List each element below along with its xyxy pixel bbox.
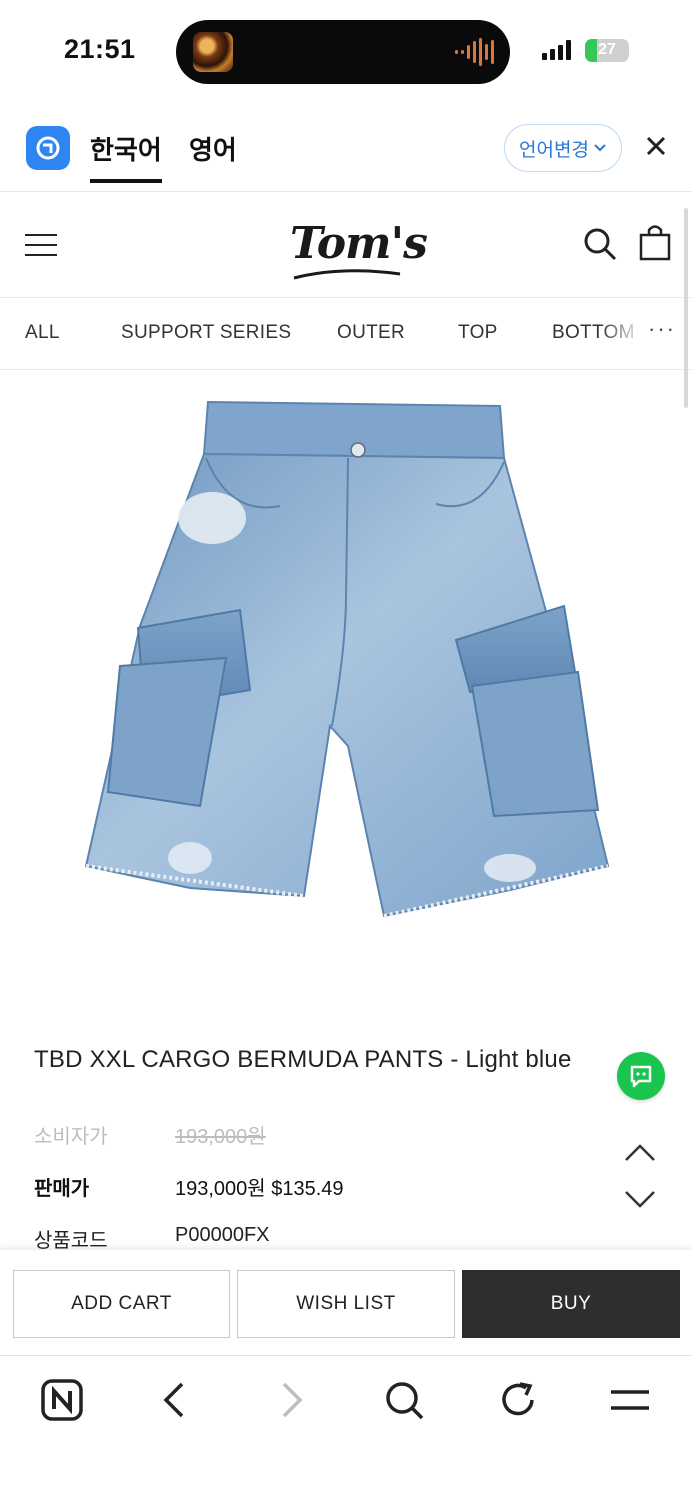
logo-text: Tom's (290, 218, 428, 269)
refresh-icon[interactable] (496, 1378, 540, 1422)
buy-button[interactable]: BUY (462, 1270, 680, 1338)
consumer-price-value: 193,000원 (175, 1126, 266, 1148)
product-title: TBD XXL CARGO BERMUDA PANTS - Light blue (34, 1046, 572, 1073)
logo-swash (293, 269, 401, 280)
now-playing-artwork (193, 32, 233, 72)
menu-icon[interactable] (25, 234, 57, 256)
dynamic-island[interactable] (176, 20, 510, 84)
category-outer[interactable]: OUTER (337, 322, 405, 344)
add-cart-button[interactable]: ADD CART (13, 1270, 230, 1338)
purchase-action-bar: ADD CART WISH LIST BUY (0, 1250, 692, 1356)
naver-home-icon[interactable] (40, 1378, 84, 1422)
wish-list-button[interactable]: WISH LIST (237, 1270, 455, 1338)
category-support-series[interactable]: SUPPORT SERIES (121, 322, 291, 344)
sale-price-label: 판매가 (34, 1178, 90, 1200)
status-bar: 21:51 27 (0, 0, 692, 104)
category-nav: ALL SUPPORT SERIES OUTER TOP BOTTOM ··· (0, 298, 692, 370)
battery-icon: 27 (585, 39, 629, 62)
category-fade (600, 298, 644, 369)
category-all[interactable]: ALL (25, 322, 60, 344)
close-icon[interactable] (644, 134, 668, 158)
chevron-down-icon (594, 144, 606, 152)
chat-button[interactable] (617, 1052, 665, 1100)
search-icon[interactable] (382, 1378, 426, 1422)
scroll-down-icon[interactable] (622, 1188, 658, 1212)
shopping-bag-icon[interactable] (638, 222, 672, 262)
browser-toolbar (0, 1356, 692, 1500)
more-categories-icon[interactable]: ··· (644, 316, 676, 342)
change-language-label: 언어변경 (519, 139, 589, 161)
translator-app-icon[interactable] (26, 126, 70, 170)
cellular-signal-icon (542, 40, 571, 60)
language-bar: 한국어 영어 언어변경 (0, 104, 692, 192)
search-icon[interactable] (582, 226, 618, 262)
tab-korean[interactable]: 한국어 (90, 130, 162, 183)
scrollbar[interactable] (684, 208, 688, 408)
change-language-button[interactable]: 언어변경 (504, 124, 622, 172)
category-top[interactable]: TOP (458, 322, 498, 344)
sale-price-value: 193,000원 $135.49 (175, 1178, 344, 1200)
chat-icon (630, 1065, 652, 1088)
battery-level: 27 (598, 41, 616, 58)
product-image[interactable] (80, 396, 616, 926)
menu-icon[interactable] (608, 1378, 652, 1422)
forward-icon[interactable] (268, 1378, 312, 1422)
product-code-label: 상품코드 (34, 1230, 108, 1252)
back-icon[interactable] (154, 1378, 198, 1422)
consumer-price-label: 소비자가 (34, 1126, 108, 1148)
scroll-up-icon[interactable] (622, 1140, 658, 1164)
site-header: Tom's (0, 192, 692, 298)
product-code-value: P00000FX (175, 1224, 270, 1246)
tab-english[interactable]: 영어 (189, 130, 237, 167)
status-time: 21:51 (64, 34, 136, 64)
site-logo[interactable]: Tom's (290, 214, 428, 280)
music-waveform-icon (455, 38, 494, 66)
